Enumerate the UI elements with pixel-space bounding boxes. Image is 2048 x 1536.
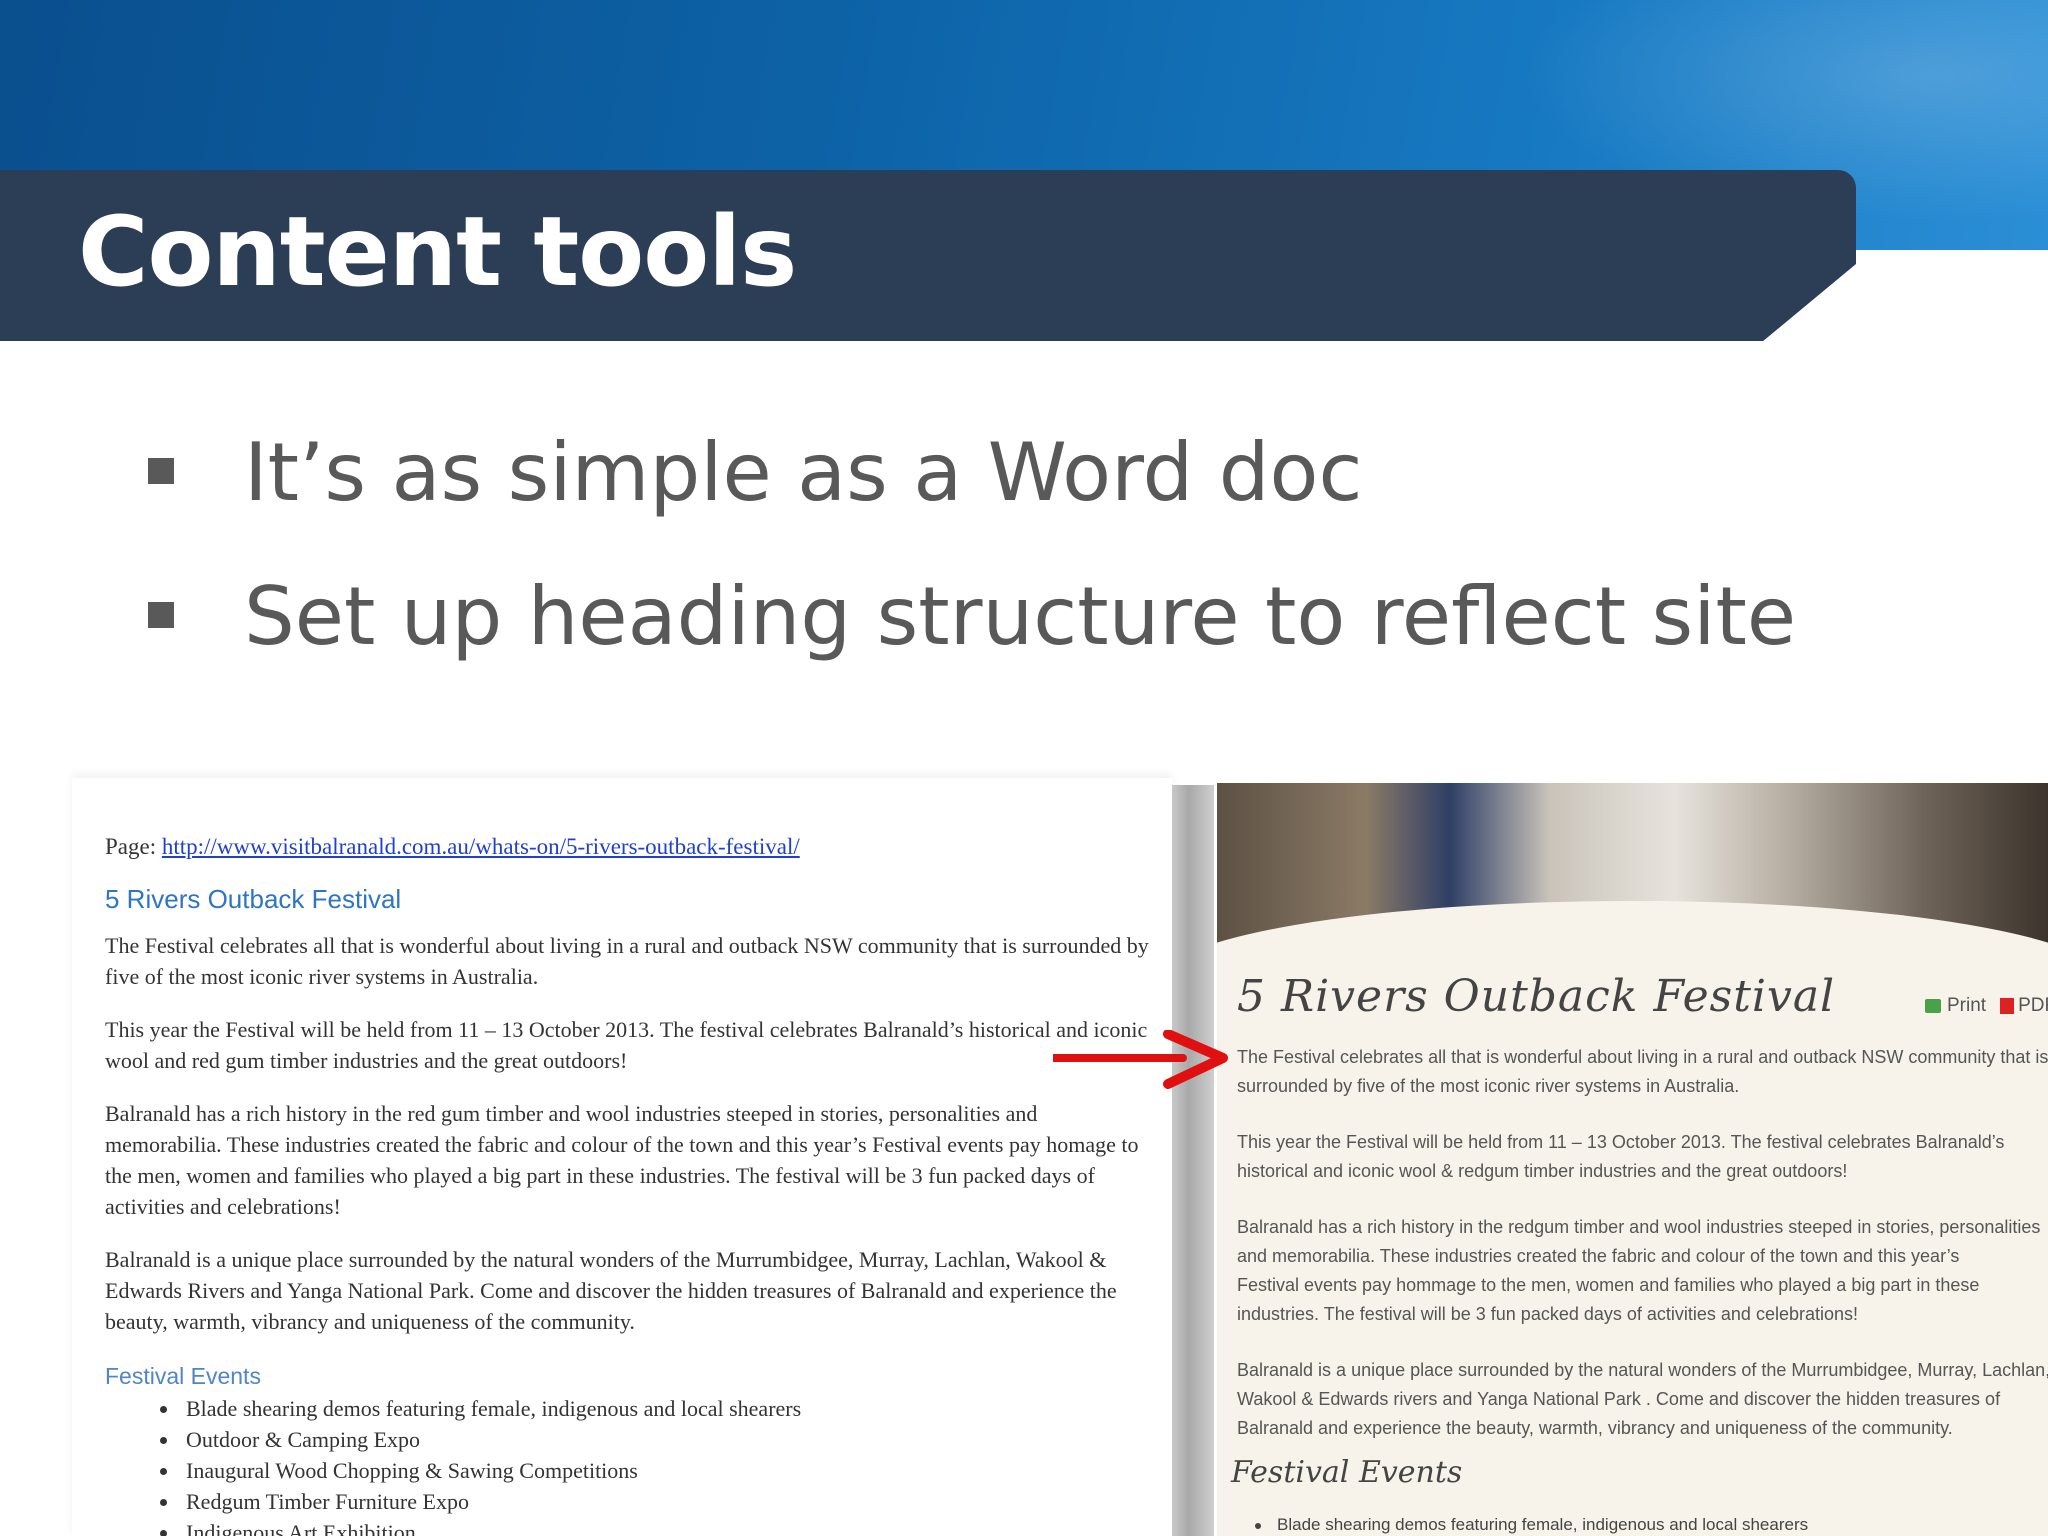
site-events-heading: Festival Events <box>1231 1455 1463 1490</box>
pdf-label[interactable]: PDF <box>2018 995 2048 1016</box>
site-text-line: Wakool & Edwards rivers and Yanga Nation… <box>1237 1389 2001 1409</box>
slide-title: Content tools <box>78 196 797 308</box>
square-bullet-icon <box>148 458 174 484</box>
bullet-item: It’s as simple as a Word doc <box>140 418 1796 562</box>
site-text-line: This year the Festival will be held from… <box>1237 1132 2005 1152</box>
page-url-line: Page: http://www.visitbalranald.com.au/w… <box>105 834 800 860</box>
bullet-list: It’s as simple as a Word doc Set up head… <box>140 418 1796 706</box>
bullet-text: Set up heading structure to reflect site <box>244 570 1797 663</box>
doc-paragraph: Balranald has a rich history in the red … <box>105 1101 1139 1219</box>
square-bullet-icon <box>148 602 174 628</box>
site-text-line: surrounded by five of the most iconic ri… <box>1237 1076 1740 1096</box>
print-pdf-links[interactable]: Print PDF <box>1925 995 2048 1017</box>
event-item: Inaugural Wood Chopping & Sawing Competi… <box>180 1455 801 1486</box>
doc-paragraph: This year the Festival will be held from… <box>105 1017 1148 1073</box>
print-label[interactable]: Print <box>1947 995 1986 1016</box>
bullet-item: Set up heading structure to reflect site <box>140 562 1796 706</box>
site-text-line: historical and iconic wool & redgum timb… <box>1237 1161 1848 1181</box>
website-screenshot: 5 Rivers Outback Festival Print PDF The F… <box>1217 783 2048 1536</box>
doc-heading: 5 Rivers Outback Festival <box>105 884 402 914</box>
page-label: Page: <box>105 834 157 859</box>
bullet-dot-icon <box>1255 1522 1261 1529</box>
site-event-item: Blade shearing demos featuring female, i… <box>1255 1515 1808 1535</box>
site-text-line: Balranald and experience the beauty, war… <box>1237 1418 1953 1438</box>
doc-paragraph: The Festival celebrates all that is wond… <box>105 933 1149 989</box>
site-text-line: Festival events pay hommage to the men, … <box>1237 1275 1980 1295</box>
event-item: Outdoor & Camping Expo <box>180 1424 801 1455</box>
site-text-line: and memorabilia. These industries create… <box>1237 1246 1960 1266</box>
site-text-line: Balranald has a rich history in the redg… <box>1237 1217 2041 1237</box>
word-doc-screenshot: Page: http://www.visitbalranald.com.au/w… <box>72 778 1172 1536</box>
bullet-text: It’s as simple as a Word doc <box>244 426 1363 519</box>
doc-events-list: Blade shearing demos featuring female, i… <box>140 1393 801 1536</box>
site-event-text: Blade shearing demos featuring female, i… <box>1277 1515 1809 1534</box>
doc-scrollbar <box>1172 785 1214 1536</box>
pdf-icon <box>2000 997 2015 1014</box>
site-heading: 5 Rivers Outback Festival <box>1237 971 1836 1022</box>
event-item: Redgum Timber Furniture Expo <box>180 1486 801 1517</box>
site-text-line: industries. The festival will be 3 fun p… <box>1237 1304 1858 1324</box>
event-item: Indigenous Art Exhibition <box>180 1517 801 1536</box>
red-arrow-icon <box>1053 1030 1228 1089</box>
site-text-line: Balranald is a unique place surrounded b… <box>1237 1360 2048 1380</box>
doc-paragraph: Balranald is a unique place surrounded b… <box>105 1247 1117 1334</box>
page-url-link[interactable]: http://www.visitbalranald.com.au/whats-o… <box>162 834 800 859</box>
site-text-line: The Festival celebrates all that is wond… <box>1237 1047 2048 1067</box>
printer-icon <box>1925 998 1941 1013</box>
event-item: Blade shearing demos featuring female, i… <box>180 1393 801 1424</box>
doc-events-heading: Festival Events <box>105 1363 261 1389</box>
